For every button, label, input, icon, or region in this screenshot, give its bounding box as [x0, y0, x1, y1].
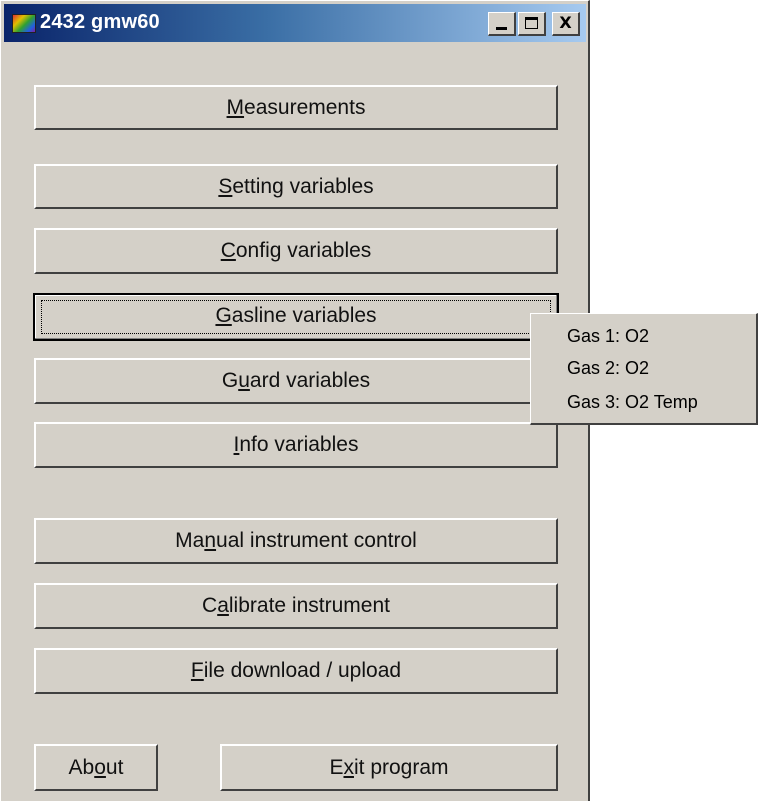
- minimize-button[interactable]: [488, 12, 516, 36]
- main-window: 2432 gmw60 X Measurements Setting variab…: [0, 0, 590, 801]
- setting-variables-label: Setting variables: [218, 175, 374, 198]
- gasline-variables-button[interactable]: Gasline variables: [33, 293, 559, 341]
- calibrate-instrument-button[interactable]: Calibrate instrument: [34, 583, 558, 629]
- popup-item-gas-1[interactable]: Gas 1: O2: [567, 326, 649, 347]
- measurements-button[interactable]: Measurements: [34, 85, 558, 130]
- maximize-icon: [525, 17, 538, 29]
- setting-variables-button[interactable]: Setting variables: [34, 164, 558, 209]
- exit-program-button[interactable]: Exit program: [220, 744, 558, 791]
- file-download-upload-button[interactable]: File download / upload: [34, 648, 558, 694]
- file-download-upload-label: File download / upload: [190, 659, 402, 682]
- popup-item-gas-3[interactable]: Gas 3: O2 Temp: [567, 392, 698, 413]
- title-bar[interactable]: 2432 gmw60 X: [4, 4, 586, 42]
- gas-popup-menu: Gas 1: O2 Gas 2: O2 Gas 3: O2 Temp: [530, 313, 758, 425]
- config-variables-label: Config variables: [220, 239, 372, 262]
- app-icon: [12, 14, 36, 33]
- maximize-button[interactable]: [518, 12, 546, 36]
- focus-rectangle: [41, 300, 551, 334]
- guard-variables-button[interactable]: Guard variables: [34, 358, 558, 404]
- about-label: About: [68, 756, 124, 779]
- manual-instrument-control-label: Manual instrument control: [175, 529, 417, 552]
- close-button[interactable]: X: [552, 12, 580, 36]
- close-icon: X: [559, 13, 572, 32]
- manual-instrument-control-button[interactable]: Manual instrument control: [34, 518, 558, 564]
- info-variables-button[interactable]: Info variables: [34, 422, 558, 468]
- window-title: 2432 gmw60: [40, 11, 160, 33]
- measurements-label: Measurements: [226, 96, 366, 119]
- guard-variables-label: Guard variables: [221, 369, 371, 392]
- popup-item-gas-2[interactable]: Gas 2: O2: [567, 358, 649, 379]
- about-button[interactable]: About: [34, 744, 158, 791]
- info-variables-label: Info variables: [233, 433, 359, 456]
- exit-program-label: Exit program: [329, 756, 449, 779]
- calibrate-instrument-label: Calibrate instrument: [202, 594, 390, 617]
- config-variables-button[interactable]: Config variables: [34, 228, 558, 274]
- minimize-icon: [496, 27, 507, 30]
